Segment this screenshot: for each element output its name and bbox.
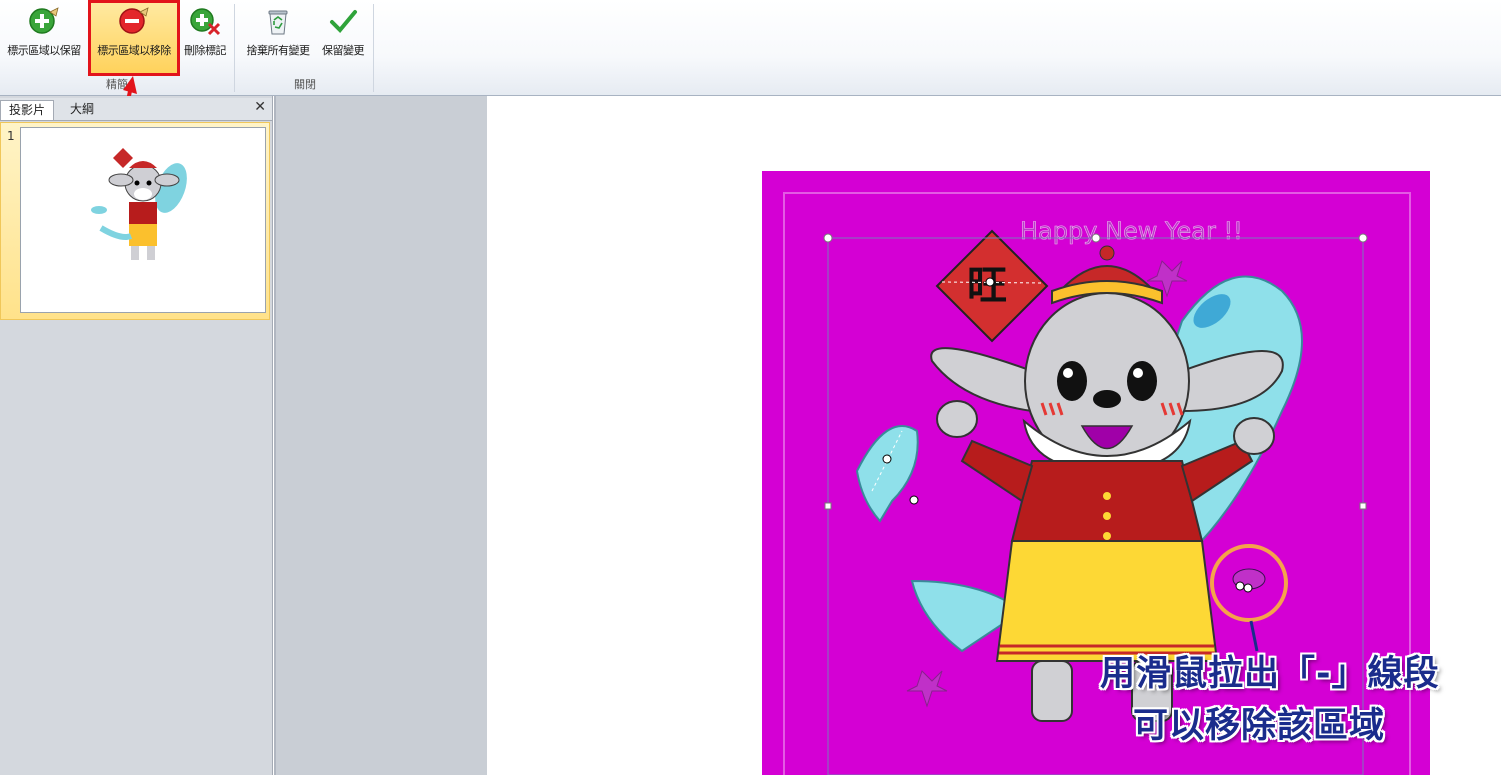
mark-areas-to-keep-button[interactable]: 標示區域以保留 xyxy=(0,2,88,62)
keep-changes-label: 保留變更 xyxy=(322,44,365,57)
instruction-line-1: 用滑鼠拉出「-」線段 xyxy=(1100,654,1440,694)
mark-remove-label: 標示區域以移除 xyxy=(97,44,171,57)
mark-keep-label: 標示區域以保留 xyxy=(7,44,81,57)
discard-all-changes-button[interactable]: 捨棄所有變更 xyxy=(240,2,316,62)
slide-thumbnail[interactable] xyxy=(20,127,266,313)
fu-character: 旺 xyxy=(967,263,1007,309)
close-icon[interactable]: ✕ xyxy=(254,99,266,115)
pane-tabs: 投影片 大綱 ✕ xyxy=(0,98,272,121)
close-group-label: 關閉 xyxy=(294,78,316,91)
add-mark-icon xyxy=(28,6,60,36)
checkmark-icon xyxy=(327,6,359,36)
instruction-line-2: 可以移除該區域 xyxy=(1133,706,1386,746)
thumbnail-dog-image xyxy=(91,148,187,260)
group-separator xyxy=(373,4,374,92)
group-separator xyxy=(234,4,235,92)
remove-mark-icon xyxy=(118,6,150,36)
tab-outline[interactable]: 大綱 xyxy=(62,100,102,119)
slides-pane: 投影片 大綱 ✕ 1 xyxy=(0,96,273,775)
delete-mark-label: 刪除標記 xyxy=(184,44,227,57)
discard-label: 捨棄所有變更 xyxy=(246,44,311,57)
pane-splitter[interactable] xyxy=(274,96,487,775)
slide-thumbnail-row[interactable]: 1 xyxy=(0,122,270,320)
recycle-bin-icon xyxy=(262,6,294,36)
delete-mark-button[interactable]: 刪除標記 xyxy=(180,2,230,62)
mark-areas-to-remove-button[interactable]: 標示區域以移除 xyxy=(88,0,180,76)
keep-changes-button[interactable]: 保留變更 xyxy=(316,2,370,62)
ribbon: 標示區域以保留 標示區域以移除 刪除標記 精簡 捨棄所有變更 保留變更 關閉 xyxy=(0,0,1501,96)
slide-number: 1 xyxy=(7,129,15,143)
delete-mark-icon xyxy=(189,6,221,36)
tab-slides[interactable]: 投影片 xyxy=(0,100,55,120)
banner-text: Happy New Year !! xyxy=(1020,217,1243,245)
